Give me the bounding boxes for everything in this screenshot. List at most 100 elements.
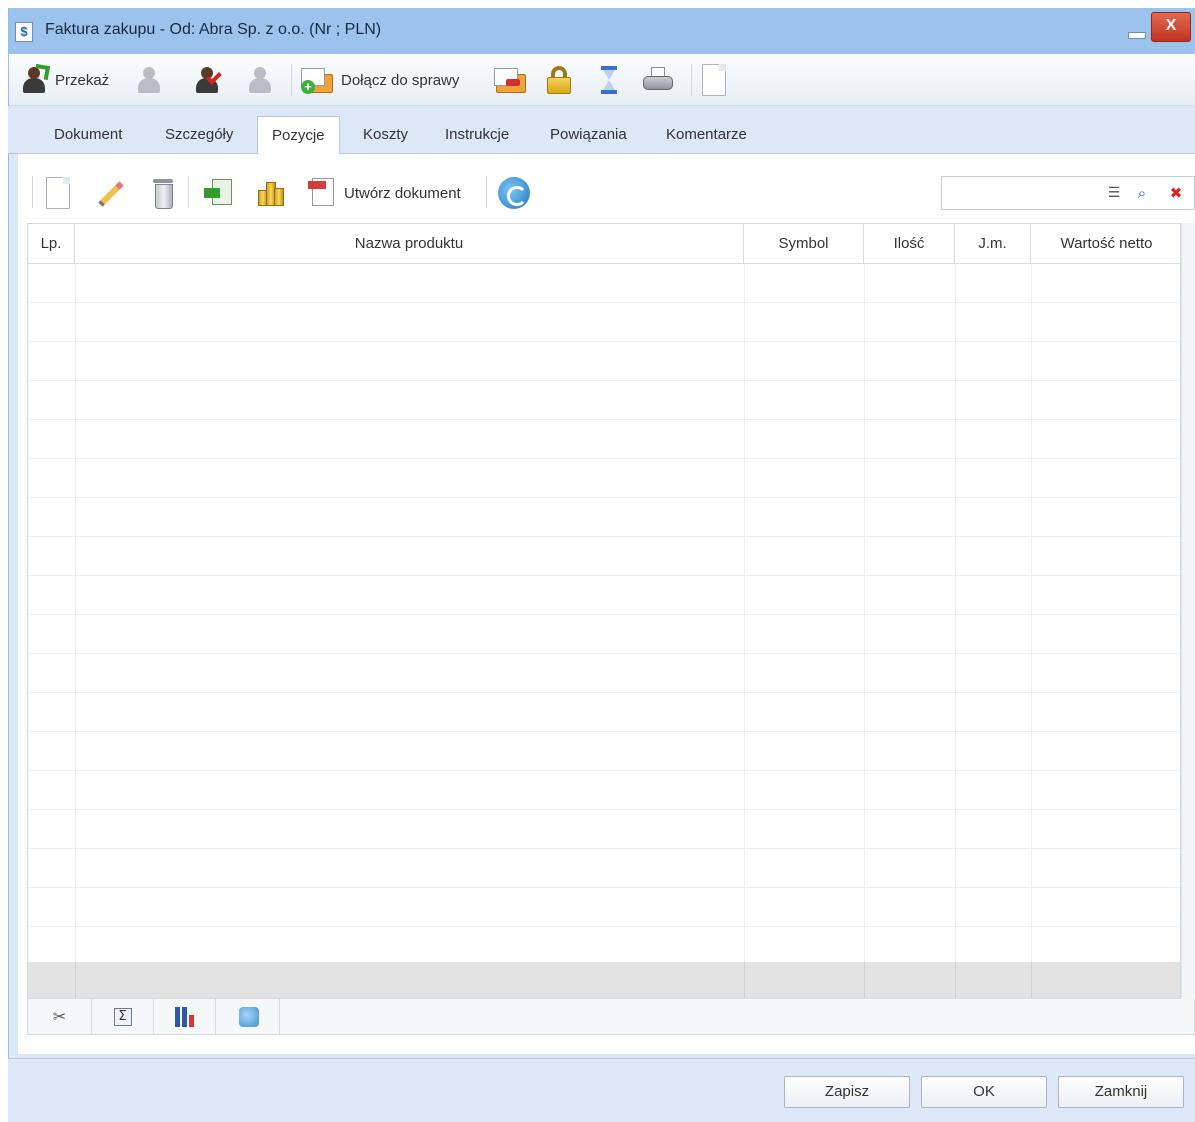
return-person-icon [134, 65, 164, 95]
hourglass-button[interactable] [599, 63, 619, 97]
column-divider [864, 264, 865, 998]
grid-header: Lp. Nazwa produktu Symbol Ilość J.m. War… [28, 224, 1180, 264]
grid-sum-button[interactable]: Σ [92, 999, 154, 1034]
tab-koszty[interactable]: Koszty [349, 116, 422, 154]
forward-person-icon [19, 63, 51, 95]
table-row [28, 303, 1180, 342]
window-title: Faktura zakupu - Od: Abra Sp. z o.o. (Nr… [45, 21, 382, 38]
sigma-icon: Σ [113, 1007, 132, 1026]
tab-pozycje[interactable]: Pozycje [257, 116, 340, 155]
table-row [28, 810, 1180, 849]
import-positions-button[interactable] [204, 176, 236, 210]
summary-divider [955, 962, 956, 998]
coins-icon [256, 178, 286, 208]
print-button[interactable] [642, 63, 674, 97]
tab-instrukcje[interactable]: Instrukcje [431, 116, 523, 154]
grid-scrollbar[interactable] [1181, 223, 1195, 999]
grid-sync-button[interactable] [218, 999, 280, 1034]
positions-toolbar: Utwórz dokument ☰ ⌕ ✖ [18, 154, 1195, 224]
refresh-button[interactable] [498, 176, 530, 210]
dolacz-do-sprawy-button[interactable]: + Dołącz do sprawy [301, 63, 459, 97]
pencil-icon [94, 177, 126, 209]
new-position-button[interactable] [46, 176, 70, 210]
column-header-jm[interactable]: J.m. [955, 224, 1031, 264]
summary-divider [864, 962, 865, 998]
pdf-document-icon [308, 177, 338, 209]
tab-komentarze[interactable]: Komentarze [652, 116, 761, 154]
tab-szczegoly[interactable]: Szczegóły [151, 116, 247, 154]
ok-button[interactable]: OK [921, 1076, 1047, 1108]
filter-list-icon[interactable]: ☰ [1104, 183, 1124, 203]
import-document-icon [204, 178, 236, 208]
close-window-button[interactable]: X [1151, 12, 1191, 42]
column-header-symbol[interactable]: Symbol [744, 224, 864, 264]
search-icon[interactable]: ⌕ [1132, 183, 1152, 203]
table-row [28, 459, 1180, 498]
column-header-wartosc-netto[interactable]: Wartość netto [1031, 224, 1180, 264]
save-button[interactable]: Zapisz [784, 1076, 910, 1108]
toolbar-divider [691, 64, 692, 96]
utworz-dokument-button[interactable]: Utwórz dokument [308, 176, 461, 210]
blank-document-button[interactable] [702, 63, 726, 97]
summary-divider [75, 962, 76, 998]
toolbar-divider [291, 64, 292, 96]
table-row [28, 576, 1180, 615]
table-row [28, 732, 1180, 771]
search-box: ☰ ⌕ ✖ [941, 176, 1195, 210]
hourglass-icon [599, 65, 619, 95]
new-document-icon [46, 177, 70, 209]
przekaz-button[interactable]: Przekaż [19, 63, 109, 97]
tab-dokument[interactable]: Dokument [40, 116, 136, 154]
table-row [28, 498, 1180, 537]
accept-person-button[interactable] [192, 63, 222, 97]
column-header-lp[interactable]: Lp. [28, 224, 75, 264]
table-row [28, 849, 1180, 888]
dolacz-label: Dołącz do sprawy [341, 71, 460, 89]
table-row [28, 420, 1180, 459]
column-divider [75, 264, 76, 998]
grid-columns-button[interactable] [154, 999, 216, 1034]
toolbar-divider [188, 176, 189, 208]
lock-icon [546, 65, 572, 95]
tab-bar: Dokument Szczegóły Pozycje Koszty Instru… [8, 106, 1195, 155]
column-header-nazwa-produktu[interactable]: Nazwa produktu [75, 224, 744, 264]
table-row [28, 693, 1180, 732]
grid-summary-row [28, 962, 1180, 998]
lock-button[interactable] [546, 63, 572, 97]
table-row [28, 615, 1180, 654]
dialog-footer: Zapisz OK Zamknij [8, 1058, 1195, 1122]
search-input[interactable] [942, 177, 1102, 209]
printer-icon [642, 65, 674, 95]
positions-grid: Lp. Nazwa produktu Symbol Ilość J.m. War… [27, 223, 1181, 999]
grid-settings-button[interactable]: ✂ [28, 999, 92, 1034]
toolbar-divider [32, 176, 33, 208]
clear-search-icon[interactable]: ✖ [1166, 183, 1186, 203]
minimize-button[interactable] [1120, 18, 1150, 44]
person-history-button[interactable] [245, 63, 275, 97]
column-header-ilosc[interactable]: Ilość [864, 224, 955, 264]
document-icon [702, 64, 726, 96]
column-divider [744, 264, 745, 998]
column-divider [955, 264, 956, 998]
return-person-button[interactable] [134, 63, 164, 97]
table-row [28, 381, 1180, 420]
trash-icon [152, 177, 174, 209]
remove-from-case-button[interactable] [494, 63, 528, 97]
close-button[interactable]: Zamknij [1058, 1076, 1184, 1108]
summary-divider [744, 962, 745, 998]
tools-icon: ✂ [52, 1007, 67, 1026]
column-divider [1031, 264, 1032, 998]
title-bar[interactable]: $ Faktura zakupu - Od: Abra Sp. z o.o. (… [9, 8, 1195, 54]
refresh-icon [498, 177, 530, 209]
table-row [28, 888, 1180, 927]
table-row [28, 342, 1180, 381]
grid-footer-toolbar: ✂ Σ [27, 999, 1195, 1035]
przekaz-label: Przekaż [55, 71, 110, 89]
edit-position-button[interactable] [94, 176, 126, 210]
positions-panel: Utwórz dokument ☰ ⌕ ✖ Lp. Nazwa produktu… [18, 154, 1195, 1054]
folder-add-icon: + [301, 66, 335, 94]
utworz-label: Utwórz dokument [344, 184, 461, 202]
tab-powiazania[interactable]: Powiązania [536, 116, 641, 154]
coins-button[interactable] [256, 176, 286, 210]
delete-position-button[interactable] [152, 176, 174, 210]
